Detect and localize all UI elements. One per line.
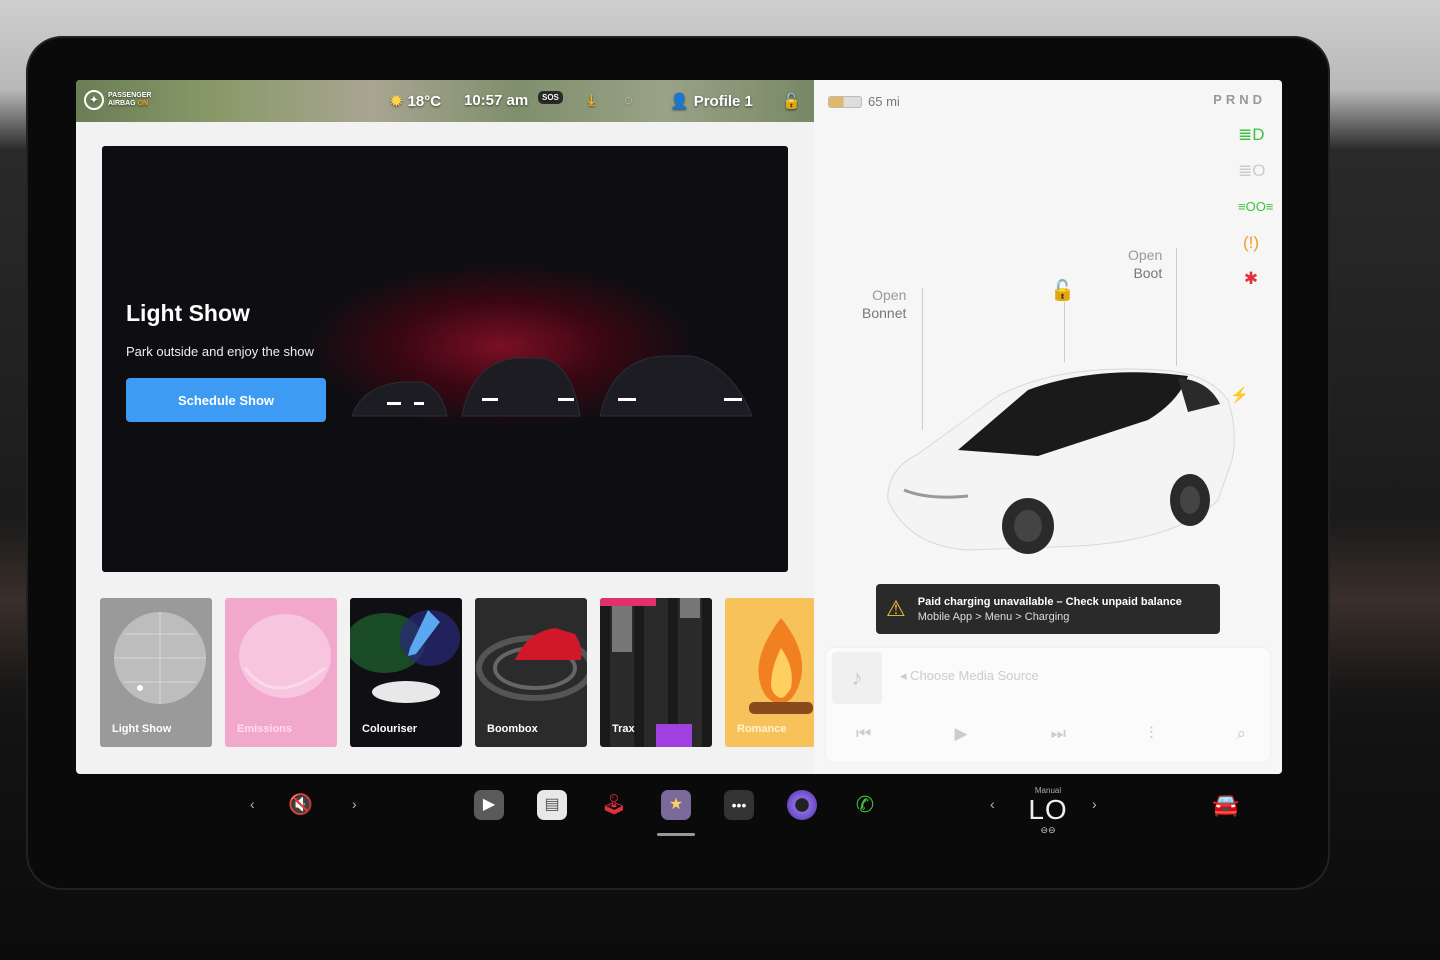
open-boot-button[interactable]: Open Boot xyxy=(1128,246,1162,282)
temp-up-chevron-icon[interactable]: › xyxy=(1092,796,1097,812)
search-icon[interactable]: ⌕ xyxy=(1236,724,1246,744)
climate-temp: LO xyxy=(1028,794,1068,825)
theater-icon[interactable]: ▶ xyxy=(474,790,504,820)
hero-cars-image xyxy=(351,355,753,417)
hero-subtitle: Park outside and enjoy the show xyxy=(126,344,314,359)
phone-icon[interactable]: ✆ xyxy=(850,790,880,820)
sun-icon: ✹ xyxy=(390,93,403,110)
tile-label: Emissions xyxy=(237,723,293,735)
tile-colouriser[interactable]: Colouriser xyxy=(350,598,462,747)
profile-icon: 👤 xyxy=(670,93,689,110)
play-icon[interactable]: ▶ xyxy=(954,724,967,744)
tile-label: Trax xyxy=(612,723,635,735)
airbag-line1: PASSENGER xyxy=(108,92,152,99)
tile-light-show[interactable]: Light Show xyxy=(100,598,212,747)
weather-readout: ✹ 18°C xyxy=(390,92,442,111)
telltale-indicators: ≣D ≣O ≡OO≡ (!) ✱ xyxy=(1238,124,1274,290)
media-controls: ⏮ ▶ ⏭ ⫶ ⌕ xyxy=(856,724,1246,744)
vehicle-image xyxy=(887,368,1235,554)
tile-emissions[interactable]: Emissions xyxy=(225,598,337,747)
status-bar: ✦ PASSENGER AIRBAG ON ✹ 18°C 10:57 am SO… xyxy=(76,80,814,122)
battery-icon xyxy=(828,95,862,108)
boot-leader-line xyxy=(1176,248,1177,366)
media-source-placeholder: Choose Media Source xyxy=(910,668,1039,683)
clock: 10:57 am xyxy=(464,92,528,109)
parking-light-icon: ≡OO≡ xyxy=(1238,199,1274,214)
headlight-icon: ≣D xyxy=(1238,125,1265,144)
seatbelt-icon: ✱ xyxy=(1243,269,1259,288)
open-bonnet-button[interactable]: Open Bonnet xyxy=(862,286,906,322)
gear-selector[interactable]: PRND xyxy=(1213,92,1266,107)
tile-label: Colouriser xyxy=(362,723,418,735)
alert-title: Paid charging unavailable – Check unpaid… xyxy=(917,595,1182,608)
alert-path: Mobile App > Menu > Charging xyxy=(917,610,1070,623)
profile-button[interactable]: 👤 Profile 1 xyxy=(670,92,753,111)
toybox-tiles: Light Show Emissions Colouriser Boombox … xyxy=(100,598,837,747)
volume-up-chevron-icon[interactable]: › xyxy=(352,796,357,812)
touchscreen: ✦ PASSENGER AIRBAG ON ✹ 18°C 10:57 am SO… xyxy=(76,80,1282,774)
media-source-selector[interactable]: ◂ Choose Media Source xyxy=(900,668,1039,684)
music-note-icon: ♪ xyxy=(832,652,882,704)
equalizer-icon[interactable]: ⫶ xyxy=(1149,724,1153,744)
tile-label: Romance xyxy=(737,723,787,735)
sos-button[interactable]: SOS xyxy=(538,91,563,104)
volume-down-chevron-icon[interactable]: ‹ xyxy=(250,796,255,812)
previous-icon[interactable]: ⏮ xyxy=(856,724,871,744)
temperature: 18°C xyxy=(407,92,442,110)
passenger-airbag-indicator: ✦ PASSENGER AIRBAG ON xyxy=(84,90,158,110)
mute-icon[interactable]: 🔇 xyxy=(288,792,313,817)
seat-heater-icon: ⊖⊖ xyxy=(1040,825,1056,835)
active-app-indicator xyxy=(657,833,695,836)
door-lock-icon[interactable]: 🔓 xyxy=(1050,278,1075,303)
tyre-pressure-icon: (!) xyxy=(1242,233,1260,252)
next-icon[interactable]: ⏭ xyxy=(1051,724,1066,744)
download-icon[interactable]: ⤓ xyxy=(588,92,595,109)
range: 65 mi xyxy=(868,94,900,109)
taskbar: ‹ 🔇 › ▶ ▤ 🕹 ★ ••• ✆ ‹ Manual LO ⊖⊖ › 🚘 xyxy=(0,774,1440,844)
tile-boombox[interactable]: Boombox xyxy=(475,598,587,747)
fog-light-icon: ≣O xyxy=(1238,161,1266,180)
boot-label: Boot xyxy=(1133,265,1163,281)
warning-icon: ⚠ xyxy=(886,596,906,621)
lock-icon[interactable]: 🔓 xyxy=(782,92,801,110)
bonnet-label: Bonnet xyxy=(862,305,907,321)
arcade-icon[interactable]: 🕹 xyxy=(599,790,629,820)
bonnet-open-text: Open xyxy=(872,287,907,303)
light-show-hero: Light Show Park outside and enjoy the sh… xyxy=(102,146,788,572)
profile-name: Profile 1 xyxy=(693,92,753,110)
connectivity-icon: ◌ xyxy=(624,92,633,109)
boot-open-text: Open xyxy=(1128,247,1163,263)
airbag-line2: AIRBAG xyxy=(108,100,136,107)
charging-alert[interactable]: ⚠ Paid charging unavailable – Check unpa… xyxy=(876,584,1220,634)
camera-icon[interactable] xyxy=(787,790,817,820)
hero-title: Light Show xyxy=(126,300,250,326)
battery-indicator[interactable]: 65 mi xyxy=(828,94,900,109)
tile-label: Light Show xyxy=(112,723,172,735)
climate-control[interactable]: Manual LO ⊖⊖ xyxy=(1024,786,1072,836)
airbag-icon: ✦ xyxy=(84,90,104,110)
car-icon[interactable]: 🚘 xyxy=(1212,792,1239,818)
vehicle-panel: 65 mi PRND ≣D ≣O ≡OO≡ (!) ✱ Open Bonnet … xyxy=(814,80,1282,774)
temp-down-chevron-icon[interactable]: ‹ xyxy=(990,796,995,812)
manual-icon[interactable]: ▤ xyxy=(537,790,567,820)
media-player: ♪ ◂ Choose Media Source ⏮ ▶ ⏭ ⫶ ⌕ xyxy=(826,648,1270,762)
airbag-state: ON xyxy=(137,100,149,107)
time: 10:57 am xyxy=(464,92,529,109)
sos-label: SOS xyxy=(538,91,563,104)
toybox-icon[interactable]: ★ xyxy=(661,790,691,820)
more-icon[interactable]: ••• xyxy=(724,790,754,820)
tile-trax[interactable]: Trax xyxy=(600,598,712,747)
tile-label: Boombox xyxy=(487,723,538,735)
schedule-show-button[interactable]: Schedule Show xyxy=(126,378,326,422)
